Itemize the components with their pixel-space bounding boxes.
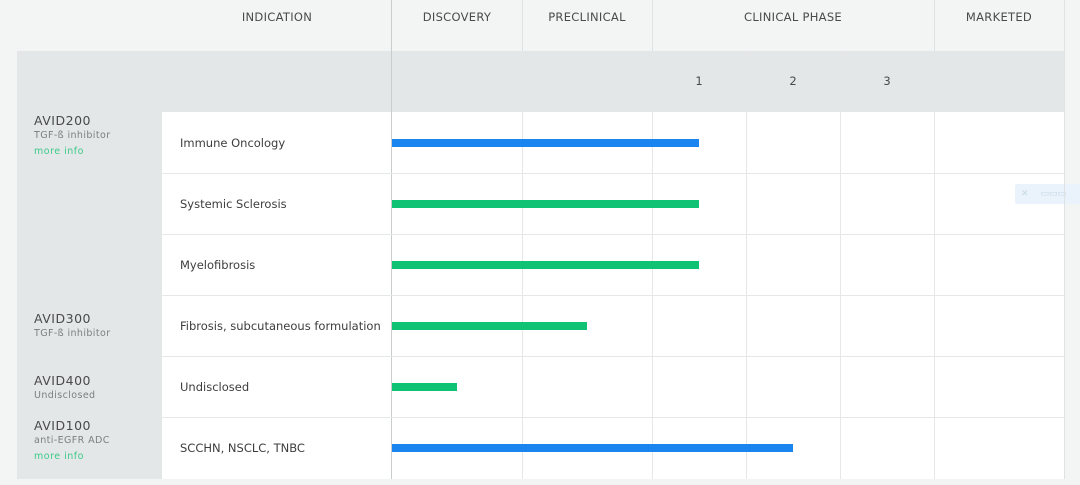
indication-label: Systemic Sclerosis bbox=[180, 197, 287, 211]
grid-line bbox=[934, 51, 935, 479]
indication-label: SCCHN, NSCLC, TNBC bbox=[180, 441, 305, 455]
more-info-link[interactable]: more info bbox=[34, 146, 84, 157]
grid-line bbox=[840, 51, 841, 479]
chip-placeholder: ▭▭▭ bbox=[1040, 189, 1067, 199]
program-subtitle: TGF-ß inhibitor bbox=[34, 328, 111, 339]
progress-bar bbox=[392, 139, 699, 147]
floating-chip[interactable]: ✕ ▭▭▭ bbox=[1015, 184, 1080, 204]
progress-bar bbox=[392, 200, 699, 208]
progress-bar bbox=[392, 383, 457, 391]
indication-label: Myelofibrosis bbox=[180, 258, 256, 272]
program-subtitle: Undisclosed bbox=[34, 390, 96, 401]
program-name: AVID200 bbox=[34, 113, 91, 128]
grid-line bbox=[746, 51, 747, 479]
row-divider bbox=[162, 356, 1064, 357]
phase-2-label: 2 bbox=[789, 74, 797, 88]
program-name: AVID100 bbox=[34, 418, 91, 433]
program-subtitle: anti-EGFR ADC bbox=[34, 435, 110, 446]
indication-label: Undisclosed bbox=[180, 380, 250, 394]
row-divider bbox=[162, 295, 1064, 296]
indication-label: Immune Oncology bbox=[180, 136, 286, 150]
more-info-link[interactable]: more info bbox=[34, 451, 84, 462]
phase-subheader bbox=[162, 51, 1064, 112]
pipeline-table: INDICATION DISCOVERY PRECLINICAL CLINICA… bbox=[0, 0, 1080, 485]
progress-bar bbox=[392, 261, 699, 269]
program-name: AVID400 bbox=[34, 373, 91, 388]
progress-bar bbox=[392, 444, 793, 452]
header-divider bbox=[934, 0, 935, 51]
program-subtitle: TGF-ß inhibitor bbox=[34, 130, 111, 141]
header-divider bbox=[522, 0, 523, 51]
row-divider bbox=[162, 234, 1064, 235]
table-edge bbox=[1064, 0, 1065, 479]
program-name: AVID300 bbox=[34, 311, 91, 326]
header-divider bbox=[391, 0, 392, 51]
header-preclinical: PRECLINICAL bbox=[548, 10, 626, 24]
row-divider bbox=[162, 417, 1064, 418]
header-indication: INDICATION bbox=[241, 10, 313, 24]
row-divider bbox=[162, 173, 1064, 174]
indication-label: Fibrosis, subcutaneous formulation bbox=[180, 319, 381, 333]
header-divider bbox=[652, 0, 653, 51]
close-icon[interactable]: ✕ bbox=[1021, 189, 1029, 199]
header-clinical-phase: CLINICAL PHASE bbox=[744, 10, 842, 24]
header-discovery: DISCOVERY bbox=[422, 10, 492, 24]
progress-bar bbox=[392, 322, 587, 330]
header-marketed: MARKETED bbox=[965, 10, 1033, 24]
phase-1-label: 1 bbox=[695, 74, 703, 88]
phase-3-label: 3 bbox=[883, 74, 891, 88]
